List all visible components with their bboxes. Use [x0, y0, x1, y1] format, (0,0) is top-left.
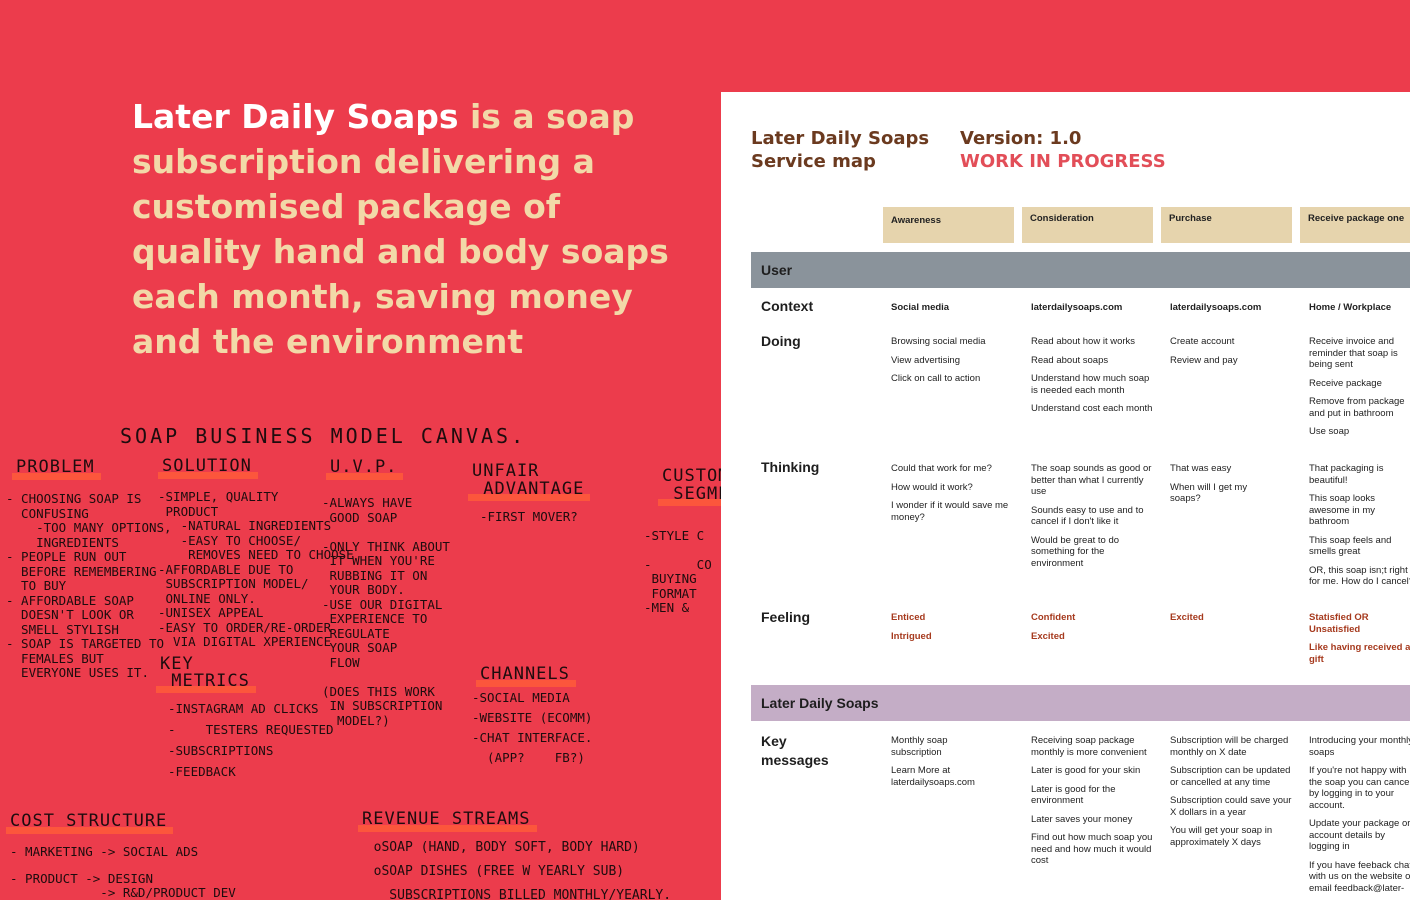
status-label: WORK IN PROGRESS	[960, 151, 1166, 172]
channels-notes: -SOCIAL MEDIA -WEBSITE (ECOMM) -CHAT INT…	[472, 690, 593, 765]
key-messages-cell: Monthly soap subscription Learn More at l…	[891, 735, 975, 788]
feeling-cell: Confident Excited	[1031, 612, 1076, 642]
thinking-cell: Could that work for me? How would it work…	[891, 463, 1009, 523]
cost-structure-heading: COST STRUCTURE	[5, 811, 174, 834]
customer-segments-notes: -STYLE C - CO BUYING FORMAT -MEN &	[644, 527, 712, 615]
doing-cell: Browsing social media View advertising Cli…	[891, 336, 986, 384]
service-map-page: Later Daily Soaps Service map Version: 1…	[721, 92, 1410, 900]
row-label-context: Context	[761, 298, 814, 314]
row-label-doing: Doing	[761, 333, 801, 349]
user-band: User	[751, 252, 1410, 288]
stage-awareness: Awareness	[883, 207, 1014, 243]
uvp-heading: U.V.P.	[325, 457, 404, 480]
uvp-notes: -ALWAYS HAVE GOOD SOAP -ONLY THINK ABOUT…	[322, 495, 450, 728]
version-label: Version: 1.0	[960, 128, 1082, 149]
title-line-2: Service map	[751, 151, 876, 172]
problem-notes: - CHOOSING SOAP IS CONFUSING -TOO MANY O…	[6, 491, 172, 680]
feeling-cell: Enticed Intrigued	[891, 612, 932, 642]
problem-heading: PROBLEM	[12, 457, 101, 480]
solution-heading: SOLUTION	[158, 456, 258, 479]
customer-segments-heading: CUSTOMER SEGMENTS	[657, 467, 721, 506]
canvas-title: SOAP BUSINESS MODEL CANVAS.	[120, 424, 527, 448]
revenue-streams-heading: REVENUE STREAMS	[358, 809, 537, 832]
context-cell: Social media	[891, 302, 950, 313]
key-metrics-heading: KEY METRICS	[156, 654, 256, 693]
key-messages-cell: Introducing your monthly soaps If you're …	[1309, 735, 1410, 894]
title-line-1: Later Daily Soaps	[751, 128, 930, 149]
stage-consideration: Consideration	[1022, 207, 1153, 243]
context-cell: Home / Workplace	[1309, 302, 1392, 313]
stage-receive-package: Receive package one	[1300, 207, 1410, 243]
stage-purchase: Purchase	[1161, 207, 1292, 243]
service-map-title: Later Daily Soaps Service map	[751, 127, 929, 173]
key-messages-cell: Receiving soap package monthly is more c…	[1031, 735, 1153, 866]
row-label-key-messages: Key messages	[761, 733, 829, 768]
channels-heading: CHANNELS	[476, 664, 576, 687]
doing-cell: Create account Review and pay	[1170, 336, 1238, 366]
unfair-advantage-notes: -FIRST MOVER?	[480, 509, 578, 524]
thinking-cell: That packaging is beautiful! This soap lo…	[1309, 463, 1410, 587]
doing-cell: Read about how it works Read about soaps U…	[1031, 336, 1153, 414]
key-metrics-notes: -INSTAGRAM AD CLICKS - TESTERS REQUESTED…	[168, 701, 334, 779]
key-messages-cell: Subscription will be charged monthly on …	[1170, 735, 1292, 848]
context-cell: laterdailysoaps.com	[1031, 302, 1123, 313]
revenue-streams-notes: oSOAP (HAND, BODY SOFT, BODY HARD) oSOAP…	[373, 840, 672, 900]
feeling-cell: Statisfied OR Unsatisfied Like having rec…	[1309, 612, 1410, 665]
headline-brand: Later Daily Soaps	[132, 97, 459, 136]
unfair-advantage-heading: UNFAIR ADVANTAGE	[467, 461, 591, 501]
headline-rest: is a soap subscription delivering a cust…	[132, 97, 669, 361]
doing-cell: Receive invoice and reminder that soap i…	[1309, 336, 1405, 437]
row-label-feeling: Feeling	[761, 609, 811, 625]
headline: Later Daily Soaps is a soap subscription…	[132, 94, 672, 364]
business-model-canvas: SOAP BUSINESS MODEL CANVAS. PROBLEM - CH…	[0, 410, 721, 900]
row-label-thinking: Thinking	[761, 459, 820, 475]
thinking-cell: The soap sounds as good or better than w…	[1031, 463, 1152, 569]
feeling-cell: Excited	[1170, 612, 1204, 623]
thinking-cell: That was easy When will I get my soaps?	[1170, 463, 1248, 504]
cost-structure-notes: - MARKETING -> SOCIAL ADS - PRODUCT -> D…	[10, 844, 236, 900]
company-band: Later Daily Soaps	[751, 685, 1410, 721]
context-cell: laterdailysoaps.com	[1170, 302, 1262, 313]
